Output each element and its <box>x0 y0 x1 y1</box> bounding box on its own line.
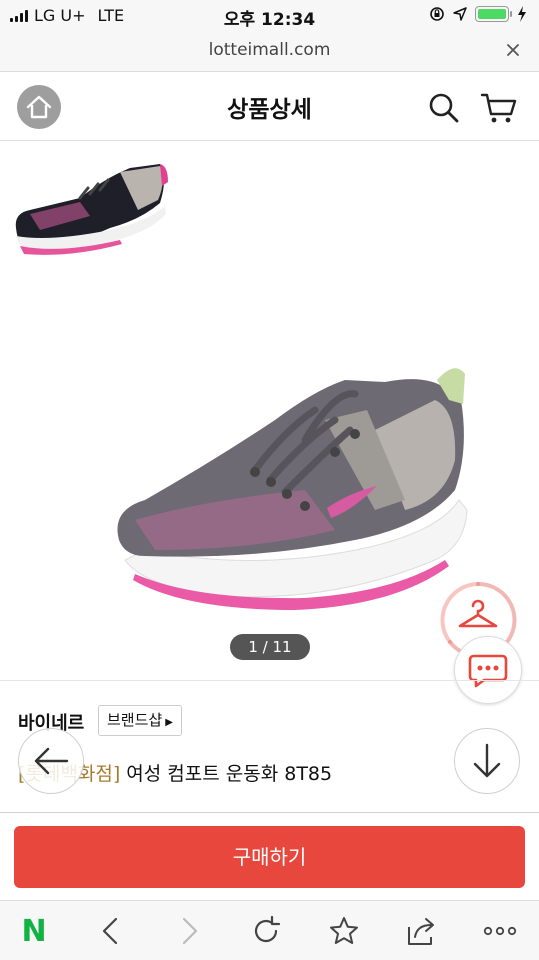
browser-toolbar: N <box>0 900 539 960</box>
back-icon <box>102 917 118 945</box>
status-icons <box>429 6 527 22</box>
scroll-down-button[interactable] <box>454 728 520 794</box>
share-button[interactable] <box>404 913 440 949</box>
buy-button[interactable]: 구매하기 <box>14 826 525 888</box>
image-pager: 1 / 11 <box>230 634 310 660</box>
battery-icon <box>475 6 512 22</box>
reload-button[interactable] <box>248 913 284 949</box>
back-float-button[interactable] <box>18 728 84 794</box>
back-button[interactable] <box>92 913 128 949</box>
arrow-down-icon <box>473 743 501 778</box>
chat-bubble-icon <box>468 654 508 688</box>
status-bar: LG U+ LTE 오후 12:34 <box>0 0 539 32</box>
share-icon <box>408 918 434 945</box>
arrow-left-icon <box>34 747 69 775</box>
naver-logo: N <box>21 913 47 949</box>
search-icon[interactable] <box>428 92 460 124</box>
browser-url-bar: lotteimall.com <box>0 32 539 72</box>
naver-home-button[interactable]: N <box>16 913 52 949</box>
reload-icon <box>254 915 281 943</box>
location-arrow-icon <box>453 7 467 21</box>
more-icon <box>483 926 517 936</box>
url-text[interactable]: lotteimall.com <box>0 40 539 60</box>
section-divider <box>0 680 539 681</box>
product-main-image[interactable] <box>105 360 485 620</box>
product-thumbnail-image[interactable] <box>10 158 170 258</box>
bookmark-button[interactable] <box>326 913 362 949</box>
forward-icon <box>182 917 198 945</box>
cart-icon[interactable] <box>480 92 518 124</box>
charging-bolt-icon <box>518 6 526 22</box>
play-arrow-icon: ▶ <box>165 717 173 728</box>
more-button[interactable] <box>482 913 518 949</box>
section-divider <box>0 812 539 813</box>
forward-button[interactable] <box>172 913 208 949</box>
brand-shop-label: 브랜드샵 <box>107 711 163 729</box>
brand-shop-button[interactable]: 브랜드샵 ▶ <box>98 705 182 736</box>
chat-button[interactable] <box>454 636 522 704</box>
page-header: 상품상세 <box>0 72 539 141</box>
product-name: 여성 컴포트 운동화 8T85 <box>120 763 333 785</box>
orientation-lock-icon <box>430 7 444 21</box>
bookmark-star-icon <box>330 917 358 944</box>
close-icon[interactable] <box>503 40 523 60</box>
